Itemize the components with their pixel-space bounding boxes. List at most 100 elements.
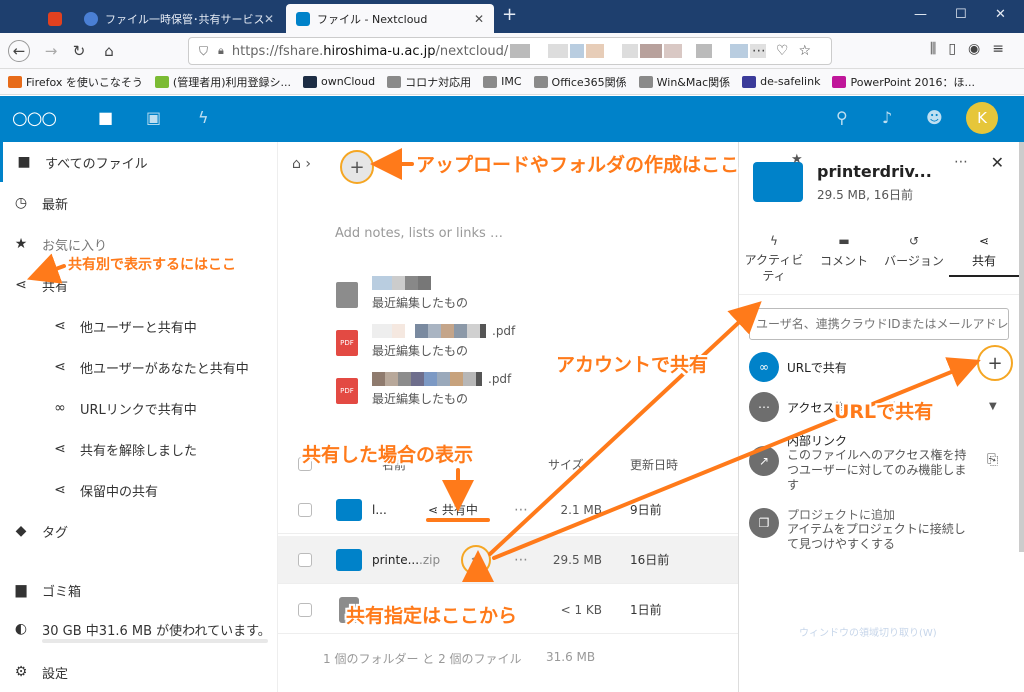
photos-app-icon[interactable]: ▣ — [146, 108, 161, 127]
bookmark-item[interactable]: Firefox を使いこなそう — [8, 74, 143, 90]
star-icon: ★ — [14, 236, 28, 252]
back-icon[interactable]: ← — [8, 40, 30, 62]
home-breadcrumb-icon[interactable]: ⌂ › — [292, 156, 311, 172]
notifications-icon[interactable]: ♪ — [882, 108, 892, 127]
bookmark-icon — [302, 75, 317, 88]
reload-icon[interactable]: ↻ — [68, 40, 90, 62]
quota-bar — [42, 639, 268, 643]
favorite-star-icon[interactable]: ★ — [791, 152, 803, 167]
column-modified[interactable]: 更新日時 — [630, 456, 678, 473]
bookmark-item[interactable]: ownCloud — [302, 75, 375, 88]
sidebar-item-shared-by-link[interactable]: ∞ URLリンクで共有中 — [0, 388, 278, 428]
shield-icon: ⛉ — [199, 43, 209, 58]
bookmark-item[interactable]: (管理者用)利用登録シ... — [154, 74, 291, 90]
sidebar-item-shared-with-others[interactable]: ⋖ 他ユーザーと共有中 — [0, 306, 278, 346]
sidebar-item-settings[interactable]: ⚙ 設定 — [0, 652, 278, 692]
sidebar-item-recent[interactable]: ◷ 最新 — [0, 183, 278, 223]
project-icon: ❐ — [749, 508, 779, 538]
tag-icon: ◆ — [15, 523, 27, 539]
table-row[interactable]: printe....zip ⋖ ⋯ 29.5 MB 16日前 — [278, 536, 738, 584]
browser-tab-nextcloud[interactable]: ファイル - Nextcloud ✕ — [286, 4, 494, 33]
browser-tab-office[interactable] — [38, 4, 72, 33]
avatar[interactable]: K — [966, 102, 998, 134]
sidebar-item-all-files[interactable]: ■ すべてのファイル — [0, 142, 278, 182]
minimize-icon[interactable]: — — [914, 7, 927, 22]
bookmark-item[interactable]: IMC — [483, 75, 522, 88]
shared-status[interactable]: ⋖ 共有中 — [428, 501, 478, 518]
tab-activity[interactable]: ϟ アクティビティ — [739, 234, 809, 284]
maximize-icon[interactable]: ☐ — [955, 7, 967, 22]
notes-field[interactable]: Add notes, lists or links … — [335, 226, 503, 241]
bookmark-item[interactable]: Win&Mac関係 — [638, 74, 730, 90]
files-app-icon[interactable]: ■ — [98, 108, 113, 127]
tab-sharing[interactable]: ⋖ 共有 — [949, 234, 1019, 277]
share-icon: ⋖ — [15, 277, 27, 293]
panel-scrollbar[interactable] — [1019, 142, 1024, 552]
more-icon[interactable]: ⋯ — [752, 43, 776, 59]
forward-icon[interactable]: → — [40, 40, 62, 62]
share-search-input[interactable] — [749, 308, 1009, 340]
redacted-url — [510, 44, 531, 58]
account-icon[interactable]: ◉ — [968, 41, 992, 57]
chevron-down-icon[interactable]: ▼ — [989, 401, 997, 412]
sidebar-item-deleted-shares[interactable]: ⋖ 共有を解除しました — [0, 429, 278, 469]
add-link-button[interactable]: + — [977, 345, 1013, 381]
nextcloud-icon — [296, 11, 310, 26]
new-button[interactable]: + — [340, 150, 374, 184]
sidebar-item-trash[interactable]: ▆ ゴミ箱 — [0, 570, 278, 610]
bookmark-icon — [638, 75, 653, 88]
search-icon[interactable]: ⚲ — [836, 108, 848, 127]
more-actions-icon[interactable]: ⋯ — [514, 502, 528, 518]
link-icon: ∞ — [749, 352, 779, 382]
close-icon[interactable]: ✕ — [991, 153, 1004, 172]
bookmark-item[interactable]: de-safelink — [742, 75, 820, 88]
contacts-icon[interactable]: ☻ — [926, 108, 943, 127]
tab-comments[interactable]: ▬ コメント — [809, 234, 879, 269]
library-icon[interactable]: ⫼ — [930, 41, 948, 57]
new-tab-button[interactable]: + — [502, 4, 517, 25]
close-window-icon[interactable]: ✕ — [995, 7, 1006, 22]
recent-item[interactable]: 最近編集したもの — [336, 274, 676, 318]
browser-tab-fshare[interactable]: ファイル一時保管･共有サービス (N ✕ — [74, 4, 284, 33]
panel-menu-icon[interactable]: ⋯ — [954, 154, 968, 170]
close-tab-icon[interactable]: ✕ — [474, 12, 484, 26]
annotation-url-share: URLで共有 — [834, 401, 934, 423]
table-row[interactable]: l... ⋖ 共有中 ⋯ 2.1 MB 9日前 — [278, 486, 738, 534]
sidebar-item-pending-shares[interactable]: ⋖ 保留中の共有 — [0, 470, 278, 510]
clipboard-icon[interactable]: ⎘ — [987, 452, 998, 468]
bookmark-item[interactable]: コロナ対応用 — [387, 74, 471, 90]
share-button[interactable]: ⋖ — [461, 544, 491, 575]
link-icon: ∞ — [54, 400, 66, 416]
tab-versions[interactable]: ↺ バージョン — [879, 234, 949, 269]
pie-icon: ◐ — [14, 621, 28, 637]
trash-icon: ▆ — [15, 582, 27, 598]
close-tab-icon[interactable]: ✕ — [264, 12, 274, 26]
more-actions-icon[interactable]: ⋯ — [514, 552, 528, 568]
activity-app-icon[interactable]: ϟ — [198, 108, 209, 127]
share-icon: ⋖ — [54, 441, 66, 457]
nextcloud-logo[interactable]: ○○○ — [12, 108, 57, 129]
bookmark-icon — [742, 75, 757, 88]
sidebar-item-shared-with-you[interactable]: ⋖ 他ユーザーがあなたと共有中 — [0, 347, 278, 387]
column-size[interactable]: サイズ — [548, 456, 584, 473]
pdf-icon: PDF — [336, 378, 358, 404]
pocket-icon[interactable]: ♡ — [776, 43, 799, 59]
home-icon[interactable]: ⌂ — [98, 40, 120, 62]
sidebar-item-tags[interactable]: ◆ タグ — [0, 511, 278, 551]
quota-info: ◐ 30 GB 中31.6 MB が使われています。 — [0, 609, 278, 649]
bookmark-item[interactable]: PowerPoint 2016：ほ... — [832, 74, 975, 90]
menu-icon[interactable]: ≡ — [992, 41, 1016, 57]
internal-link-row: ↗ 内部リンク このファイルへのアクセス権を持つユーザーに対してのみ機能します … — [749, 430, 1019, 496]
bookmark-star-icon[interactable]: ☆ — [798, 43, 821, 59]
row-checkbox[interactable] — [298, 502, 312, 517]
bookmark-item[interactable]: Office365関係 — [533, 74, 627, 90]
row-checkbox[interactable] — [298, 552, 312, 567]
pdf-icon: PDF — [336, 330, 358, 356]
sidebar-icon[interactable]: ▯ — [948, 41, 968, 57]
shared-folder-icon — [336, 498, 362, 521]
url-bar[interactable]: ⛉ 🔒︎ https://fshare.hiroshima-u.ac.jp/ne… — [188, 37, 832, 65]
row-checkbox[interactable] — [298, 602, 312, 617]
bookmark-icon — [832, 75, 847, 88]
project-row: ❐ プロジェクトに追加 アイテムをプロジェクトに接続して見つけやすくする — [749, 506, 1019, 556]
panel-meta: 29.5 MB, 16日前 — [817, 188, 914, 202]
